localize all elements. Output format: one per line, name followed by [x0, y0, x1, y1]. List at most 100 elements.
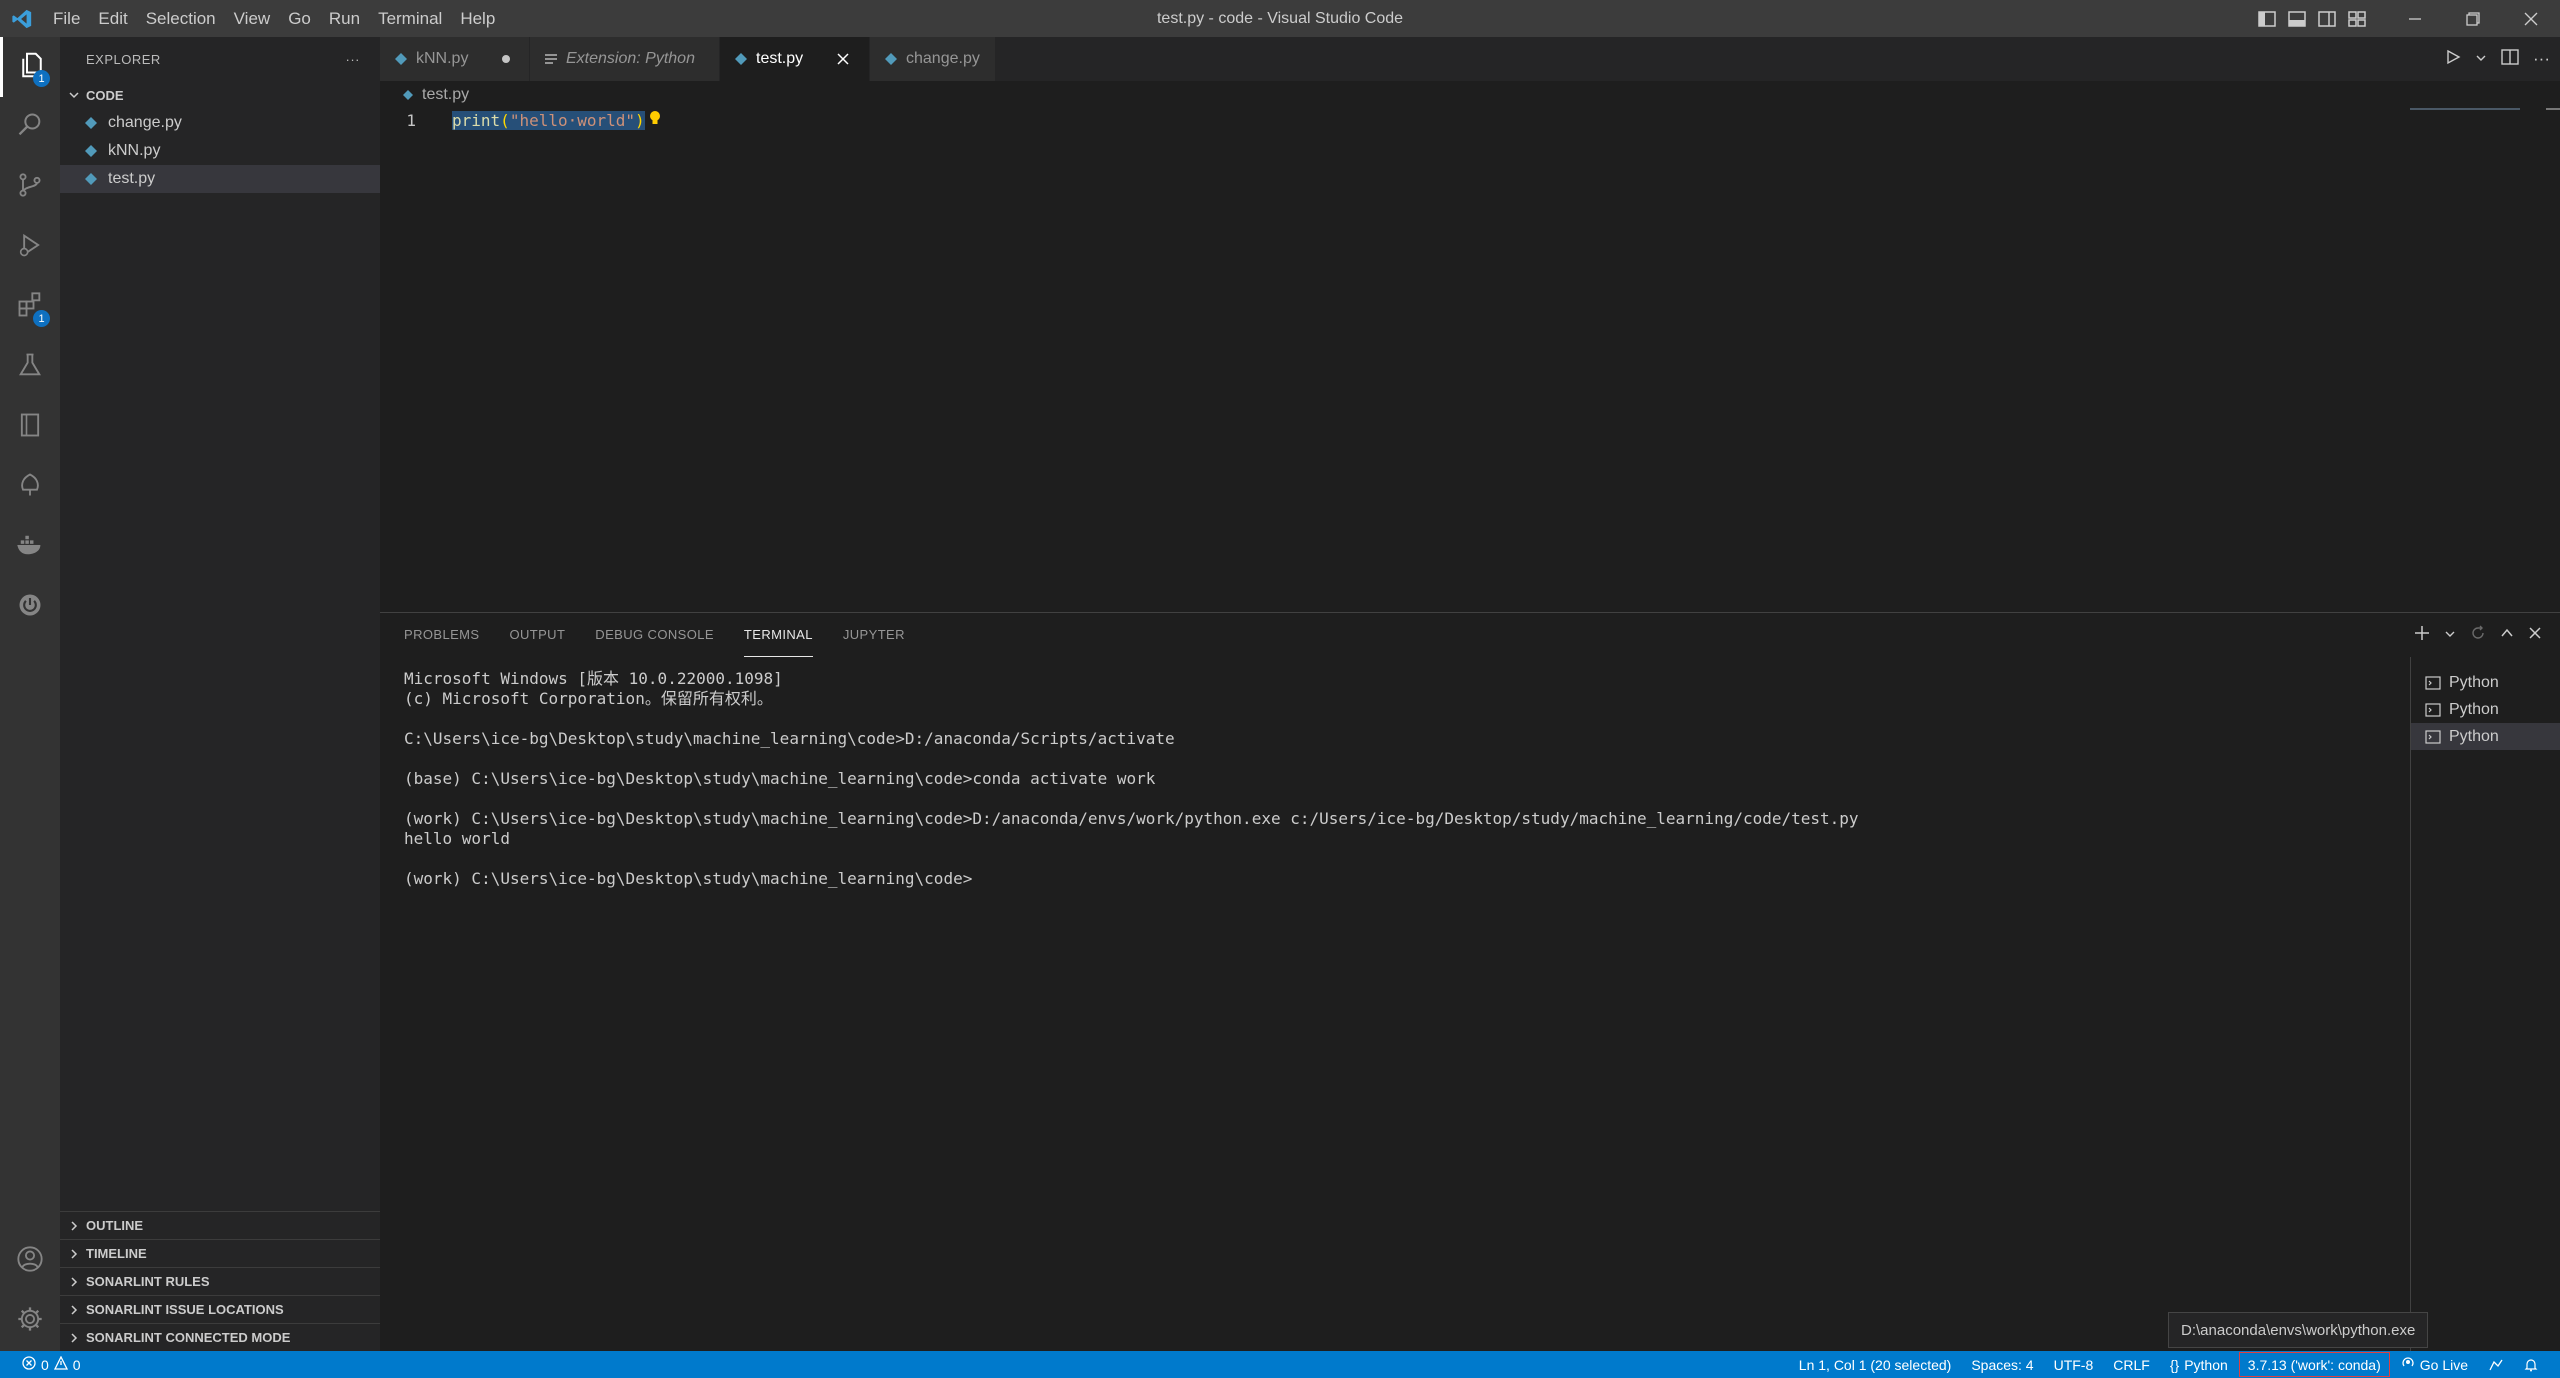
tab-label: change.py: [906, 50, 980, 67]
terminal-instance[interactable]: Python: [2411, 669, 2560, 696]
indentation[interactable]: Spaces: 4: [1961, 1351, 2043, 1378]
toggle-panel-icon[interactable]: [2286, 8, 2308, 30]
file-change-py[interactable]: change.py: [60, 109, 380, 137]
terminal-instance[interactable]: Python: [2411, 723, 2560, 750]
close-icon[interactable]: [831, 52, 855, 66]
chevron-right-icon: [66, 1248, 82, 1260]
flask-icon: [16, 351, 44, 384]
run-debug-activity[interactable]: [0, 217, 60, 277]
docker-activity[interactable]: [0, 517, 60, 577]
tab-terminal[interactable]: TERMINAL: [743, 613, 813, 657]
accounts-activity[interactable]: [0, 1231, 60, 1291]
editor-scrollbar[interactable]: [2546, 108, 2560, 110]
notebook-activity[interactable]: [0, 397, 60, 457]
more-actions-icon[interactable]: ···: [2533, 49, 2550, 69]
file-knn-py[interactable]: kNN.py: [60, 137, 380, 165]
tab-knn-py[interactable]: kNN.py: [380, 37, 530, 81]
terminal-list: Python Python Python: [2410, 657, 2560, 1352]
title-bar: File Edit Selection View Go Run Terminal…: [0, 0, 2560, 37]
chevron-down-icon[interactable]: [2475, 49, 2487, 69]
run-python-icon[interactable]: [2445, 49, 2461, 70]
python-interpreter[interactable]: 3.7.13 ('work': conda): [2238, 1351, 2391, 1378]
chevron-right-icon: [66, 1332, 82, 1344]
customize-layout-icon[interactable]: [2346, 8, 2368, 30]
tab-jupyter[interactable]: JUPYTER: [843, 613, 905, 657]
split-editor-icon[interactable]: [2501, 48, 2519, 70]
menu-bar: File Edit Selection View Go Run Terminal…: [44, 0, 504, 37]
close-panel-icon[interactable]: [2528, 625, 2542, 645]
tab-test-py[interactable]: test.py: [720, 37, 870, 81]
terminal-instance[interactable]: Python: [2411, 696, 2560, 723]
section-sonarlint-rules[interactable]: SONARLINT RULES: [60, 1267, 380, 1295]
restore-button[interactable]: [2444, 0, 2502, 37]
terminal-icon: [2425, 729, 2441, 744]
more-actions-icon[interactable]: ···: [346, 52, 361, 67]
warning-icon: [53, 1355, 68, 1373]
toggle-secondary-sidebar-icon[interactable]: [2316, 8, 2338, 30]
minimize-button[interactable]: [2386, 0, 2444, 37]
extensions-activity[interactable]: 1: [0, 277, 60, 337]
search-activity[interactable]: [0, 97, 60, 157]
section-outline[interactable]: OUTLINE: [60, 1211, 380, 1239]
manage-activity[interactable]: [0, 1291, 60, 1351]
line-number: 1: [406, 110, 416, 130]
section-sonarlint-connected-mode[interactable]: SONARLINT CONNECTED MODE: [60, 1323, 380, 1351]
code-editor[interactable]: 1 print("hello·world"): [380, 109, 2560, 609]
terminal-icon: [2425, 675, 2441, 690]
breadcrumb-file[interactable]: test.py: [422, 86, 469, 104]
tab-label: test.py: [756, 50, 804, 67]
bell-icon[interactable]: [2514, 1351, 2548, 1378]
preview-icon: [544, 52, 558, 66]
encoding[interactable]: UTF-8: [2044, 1351, 2104, 1378]
menu-run[interactable]: Run: [320, 0, 369, 37]
explorer-activity[interactable]: 1: [0, 37, 60, 97]
go-live-button[interactable]: Go Live: [2391, 1351, 2478, 1378]
tab-extension-python[interactable]: Extension: Python: [530, 37, 720, 81]
menu-view[interactable]: View: [225, 0, 280, 37]
cursor-position[interactable]: Ln 1, Col 1 (20 selected): [1789, 1351, 1962, 1378]
menu-terminal[interactable]: Terminal: [369, 0, 451, 37]
tab-output[interactable]: OUTPUT: [509, 613, 565, 657]
end-of-line[interactable]: CRLF: [2103, 1351, 2160, 1378]
terminal-label: Python: [2449, 700, 2499, 718]
unsaved-dot-icon[interactable]: [496, 54, 515, 64]
folder-code[interactable]: CODE: [60, 81, 380, 109]
chevron-down-icon[interactable]: [2444, 625, 2456, 645]
new-terminal-icon[interactable]: [2414, 625, 2430, 646]
tab-problems[interactable]: PROBLEMS: [404, 613, 479, 657]
menu-file[interactable]: File: [44, 0, 89, 37]
minimap[interactable]: [2410, 108, 2520, 110]
feedback-icon[interactable]: [2478, 1351, 2514, 1378]
close-window-button[interactable]: [2502, 0, 2560, 37]
vscode-logo-icon: [0, 0, 44, 37]
restart-icon[interactable]: [2470, 625, 2486, 646]
section-sonarlint-issue-locations[interactable]: SONARLINT ISSUE LOCATIONS: [60, 1295, 380, 1323]
terminal-icon: [2425, 702, 2441, 717]
tab-debug-console[interactable]: DEBUG CONSOLE: [595, 613, 714, 657]
source-control-icon: [16, 171, 44, 204]
problems-status[interactable]: 0 0: [18, 1351, 85, 1378]
testing-activity[interactable]: [0, 337, 60, 397]
code-content[interactable]: print("hello·world"): [432, 110, 661, 130]
terminal-output[interactable]: Microsoft Windows [版本 10.0.22000.1098] (…: [404, 669, 2394, 889]
menu-help[interactable]: Help: [451, 0, 504, 37]
source-control-activity[interactable]: [0, 157, 60, 217]
section-timeline[interactable]: TIMELINE: [60, 1239, 380, 1267]
file-test-py[interactable]: test.py: [60, 165, 380, 193]
gear-icon: [16, 1305, 44, 1338]
menu-selection[interactable]: Selection: [137, 0, 225, 37]
braces-icon: {}: [2169, 1356, 2180, 1373]
maximize-panel-icon[interactable]: [2500, 625, 2514, 645]
menu-go[interactable]: Go: [279, 0, 320, 37]
language-mode[interactable]: {} Python: [2160, 1351, 2238, 1378]
tab-change-py[interactable]: change.py: [870, 37, 996, 81]
menu-edit[interactable]: Edit: [89, 0, 136, 37]
sonarlint-activity[interactable]: [0, 457, 60, 517]
error-icon: [22, 1356, 36, 1373]
toggle-sidebar-icon[interactable]: [2256, 8, 2278, 30]
explorer-badge: 1: [33, 70, 50, 87]
lightbulb-icon[interactable]: [649, 110, 661, 130]
remote-activity[interactable]: [0, 577, 60, 637]
section-label: SONARLINT ISSUE LOCATIONS: [86, 1302, 284, 1317]
python-file-icon: [884, 52, 898, 66]
